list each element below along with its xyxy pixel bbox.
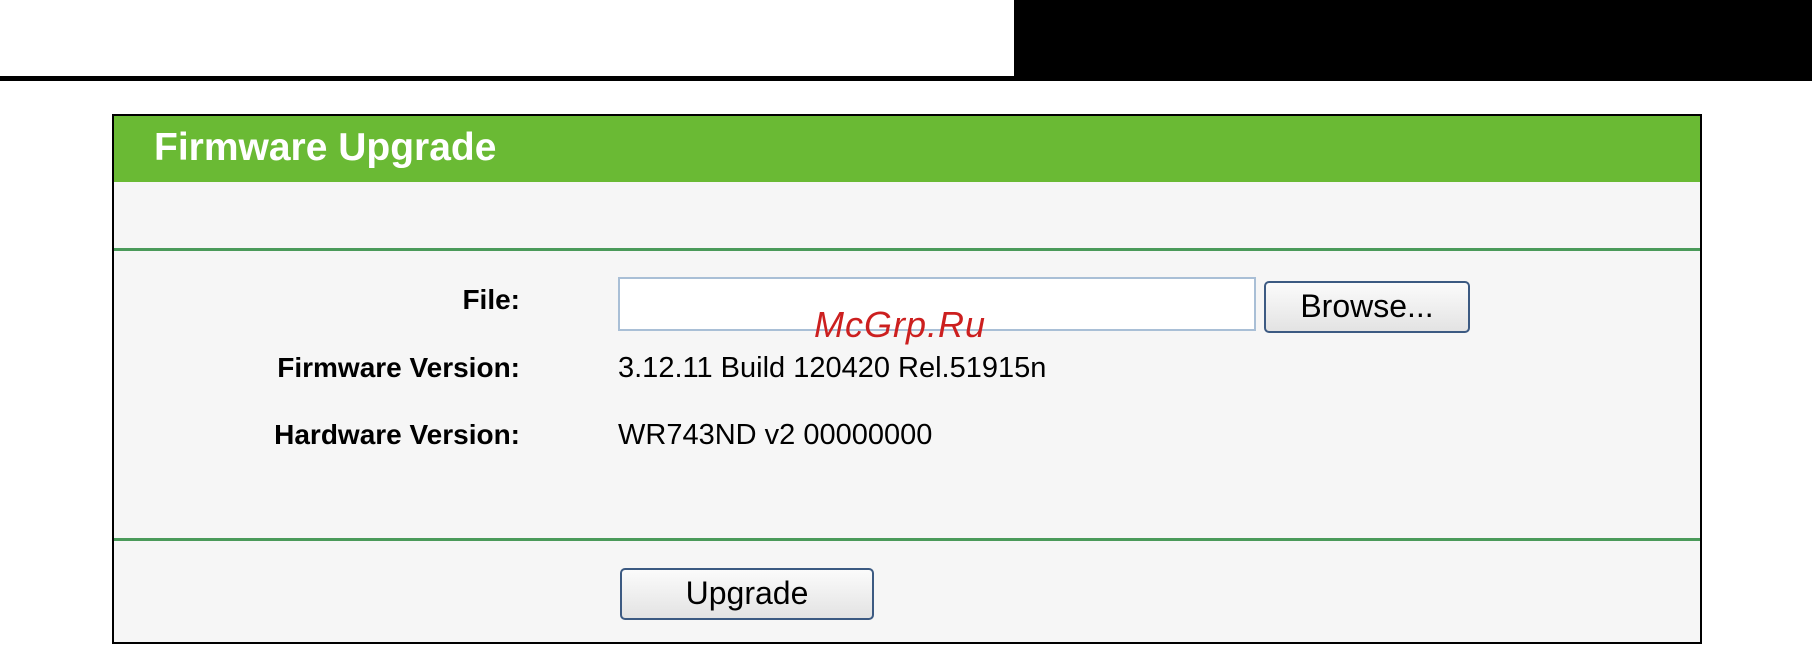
firmware-version-value: 3.12.11 Build 120420 Rel.51915n <box>618 352 1047 384</box>
file-label: File: <box>462 284 520 315</box>
upgrade-button[interactable]: Upgrade <box>620 568 874 620</box>
panel-title: Firmware Upgrade <box>154 126 497 169</box>
panel-header: Firmware Upgrade <box>114 116 1700 182</box>
browse-button[interactable]: Browse... <box>1264 281 1470 333</box>
top-black-bar <box>1014 0 1812 76</box>
watermark-text: McGrp.Ru <box>814 304 987 345</box>
top-rule <box>0 76 1812 81</box>
firmware-version-label: Firmware Version: <box>277 352 520 383</box>
hardware-version-label: Hardware Version: <box>274 419 520 450</box>
hardware-version-value: WR743ND v2 00000000 <box>618 419 933 451</box>
divider-bottom <box>114 538 1700 541</box>
divider-top <box>114 248 1700 251</box>
firmware-upgrade-panel: Firmware Upgrade File: Browse... Firmwar… <box>112 114 1702 644</box>
